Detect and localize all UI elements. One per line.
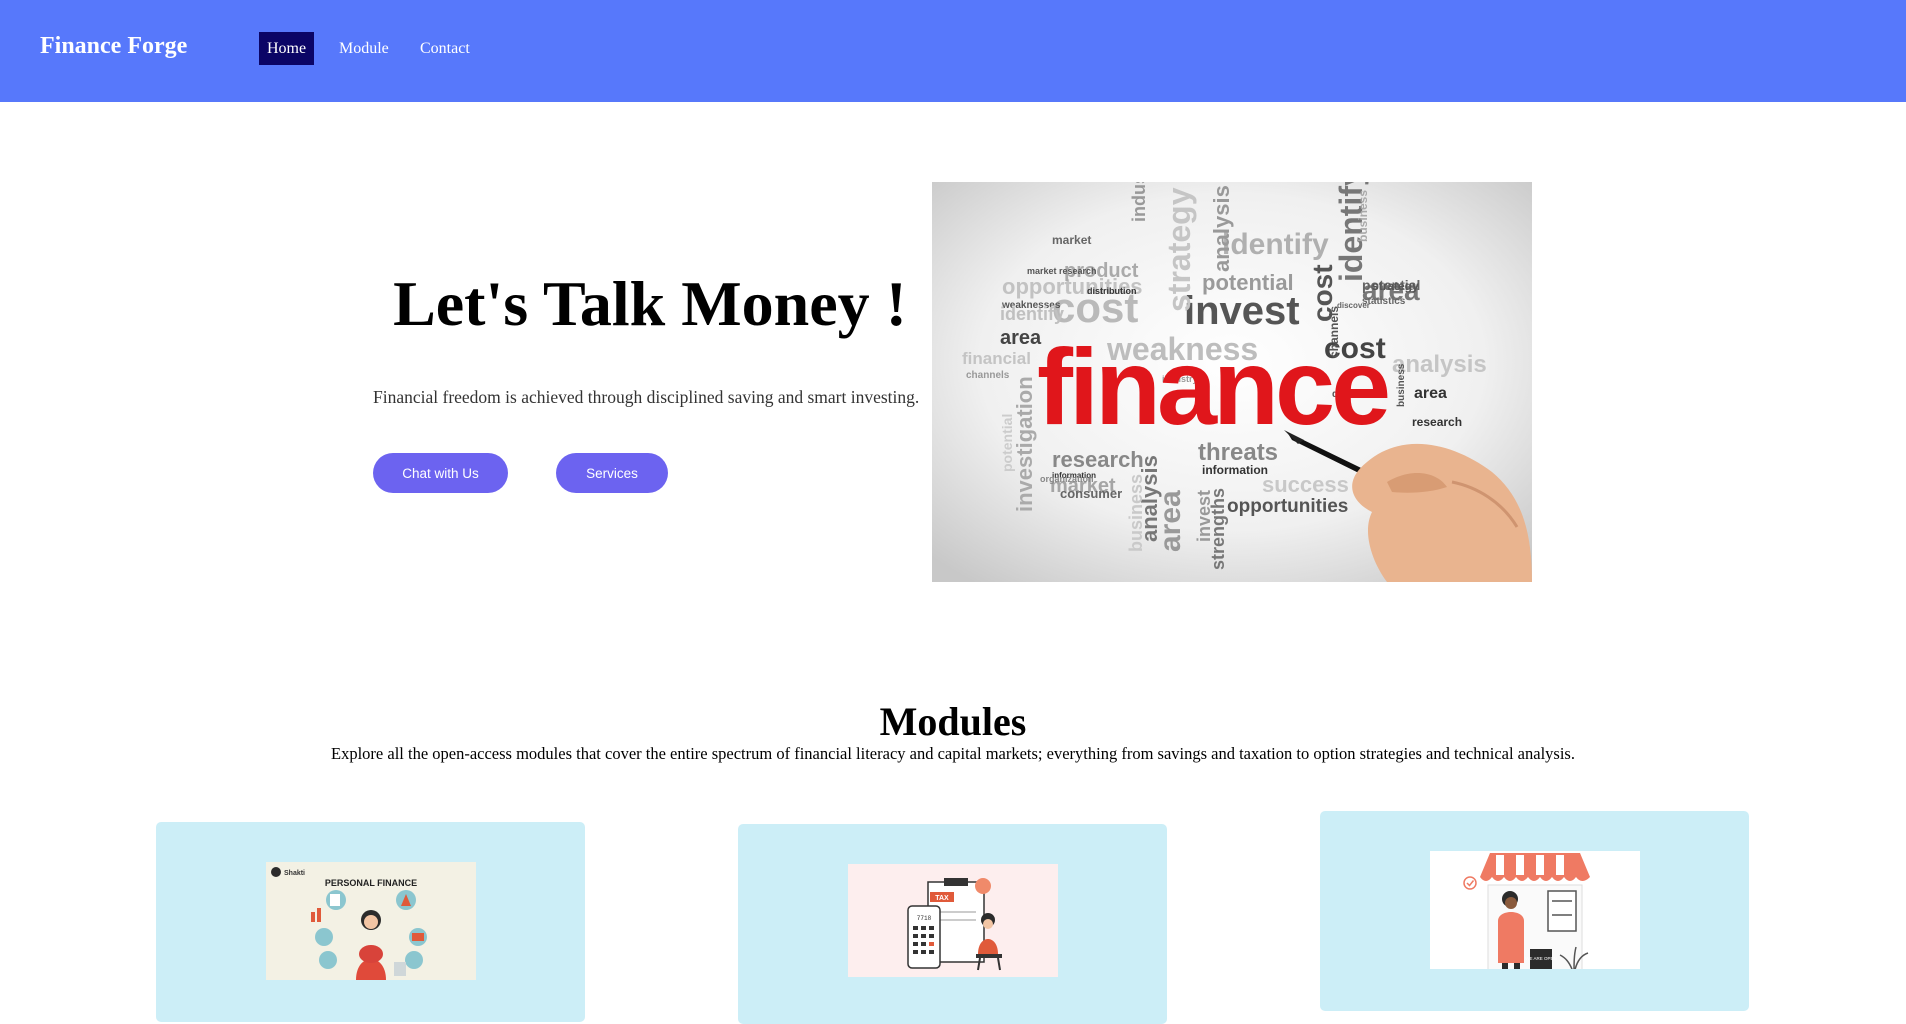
cloud-word: consumer bbox=[1060, 486, 1122, 501]
nav-home[interactable]: Home bbox=[259, 32, 315, 65]
cloud-word: identify bbox=[1222, 228, 1329, 261]
cloud-word: research bbox=[1052, 447, 1144, 472]
cloud-word: business bbox=[1126, 474, 1146, 552]
tax-illustration: TAX 7718 bbox=[848, 864, 1058, 982]
calculator-display: 7718 bbox=[917, 915, 932, 922]
cloud-word: research bbox=[1412, 415, 1462, 429]
cloud-word: strategy bbox=[1372, 279, 1419, 293]
cloud-word: distribution bbox=[1087, 286, 1137, 296]
cloud-word: invest bbox=[1194, 490, 1214, 542]
cloud-word: business bbox=[1396, 363, 1407, 407]
hero-subtitle: Financial freedom is achieved through di… bbox=[373, 387, 920, 407]
shop-open-illustration: WE ARE OPEN bbox=[1430, 851, 1640, 969]
tax-label: TAX bbox=[935, 895, 949, 902]
chat-with-us-button[interactable]: Chat with Us bbox=[373, 453, 508, 493]
cloud-word: discover bbox=[1337, 301, 1370, 310]
brand-logo[interactable]: Finance Forge bbox=[40, 33, 187, 60]
cloud-word: opportunities bbox=[1227, 496, 1348, 517]
cloud-word: strategy bbox=[1161, 187, 1197, 312]
cloud-word: market research bbox=[1027, 266, 1097, 276]
module-card-taxation[interactable]: TAX 7718 bbox=[738, 824, 1167, 1024]
cloud-word: identify bbox=[1000, 304, 1064, 324]
hero-title: Let's Talk Money ! bbox=[393, 268, 907, 339]
module-card-business[interactable]: WE ARE OPEN bbox=[1320, 811, 1749, 1011]
card-image-title: PERSONAL FINANCE bbox=[325, 878, 417, 888]
cloud-word: analysis bbox=[1209, 185, 1234, 272]
modules-description: Explore all the open-access modules that… bbox=[331, 744, 1575, 763]
nav-module[interactable]: Module bbox=[331, 32, 397, 65]
cloud-word: investigation bbox=[1012, 376, 1037, 512]
services-button[interactable]: Services bbox=[556, 453, 668, 493]
cloud-word: area bbox=[1414, 385, 1447, 402]
cloud-word: success bbox=[1262, 472, 1349, 497]
cloud-word: financial bbox=[962, 349, 1031, 368]
top-navbar: Finance Forge Home Module Contact bbox=[0, 0, 1906, 102]
modules-heading: Modules bbox=[879, 699, 1027, 744]
personal-finance-illustration: Shakti PERSONAL FINANCE bbox=[266, 862, 476, 980]
nav-contact[interactable]: Contact bbox=[412, 32, 478, 65]
cloud-word: information bbox=[1202, 463, 1268, 477]
cloud-word: potential bbox=[1202, 270, 1294, 295]
cloud-word: area bbox=[1000, 327, 1042, 349]
cloud-headline: finance bbox=[1037, 326, 1388, 447]
cloud-word: organization bbox=[1040, 474, 1094, 484]
cloud-word: industry bbox=[1129, 182, 1149, 222]
cloud-word: channels bbox=[966, 370, 1010, 381]
cloud-word: business bbox=[1356, 190, 1370, 242]
module-card-personal-finance[interactable]: Shakti PERSONAL FINANCE bbox=[156, 822, 585, 1022]
word-cloud-graphic: cost invest identify area weakness poten… bbox=[932, 182, 1532, 582]
open-sign-text: WE ARE OPEN bbox=[1525, 956, 1557, 961]
card-logo-text: Shakti bbox=[284, 870, 305, 877]
cloud-word: market bbox=[1052, 233, 1091, 247]
cloud-word: potential bbox=[999, 414, 1015, 472]
finance-word-cloud-image: cost invest identify area weakness poten… bbox=[932, 182, 1532, 582]
